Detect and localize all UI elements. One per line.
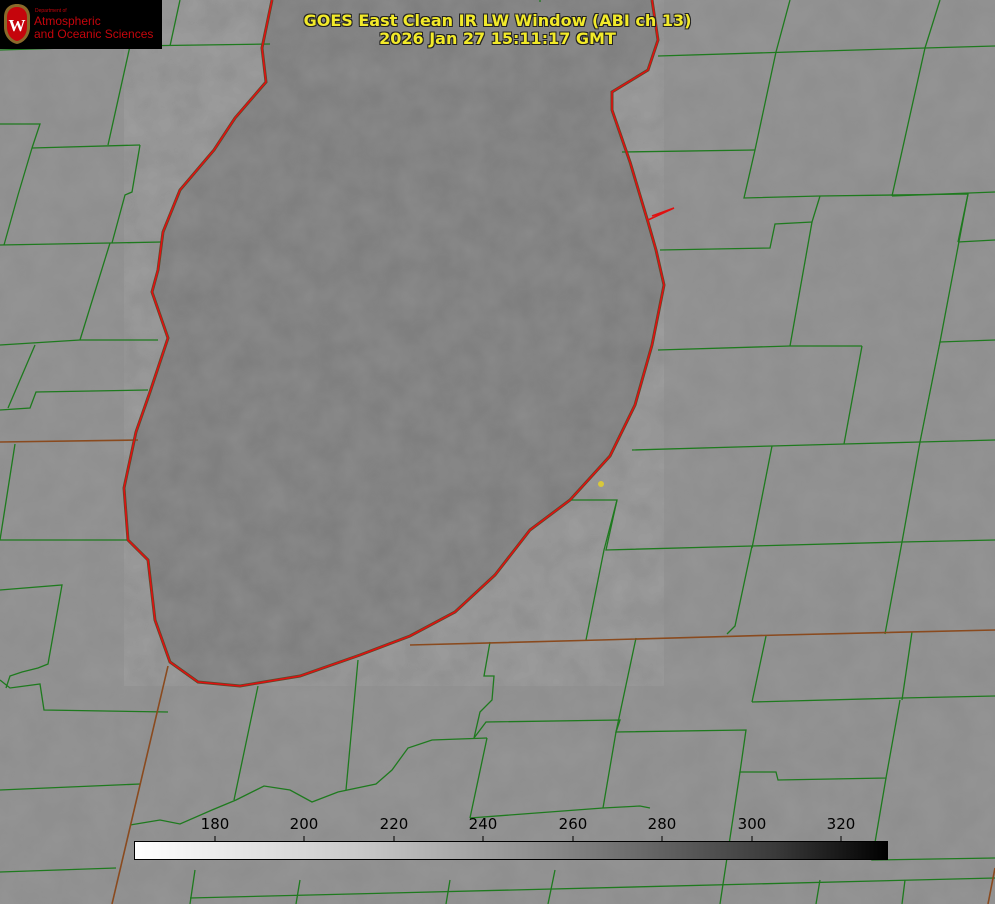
colorbar-tick-label: 220 [379, 815, 409, 833]
colorbar-tick-label: 240 [468, 815, 498, 833]
satellite-map [0, 0, 995, 904]
image-title: GOES East Clean IR LW Window (ABI ch 13) [303, 11, 692, 30]
colorbar-tick-label: 260 [558, 815, 588, 833]
colorbar-tick-label: 280 [647, 815, 677, 833]
satellite-image-viewer: W Department of Atmospheric and Oceanic … [0, 0, 995, 904]
colorbar-tick-label: 300 [737, 815, 767, 833]
colorbar-tick-label: 320 [826, 815, 856, 833]
colorbar-tick-label: 200 [289, 815, 319, 833]
image-timestamp: 2026 Jan 27 15:11:17 GMT [379, 29, 616, 48]
temperature-colorbar [134, 841, 888, 860]
colorbar-tick-label: 180 [200, 815, 230, 833]
location-marker [598, 481, 604, 487]
